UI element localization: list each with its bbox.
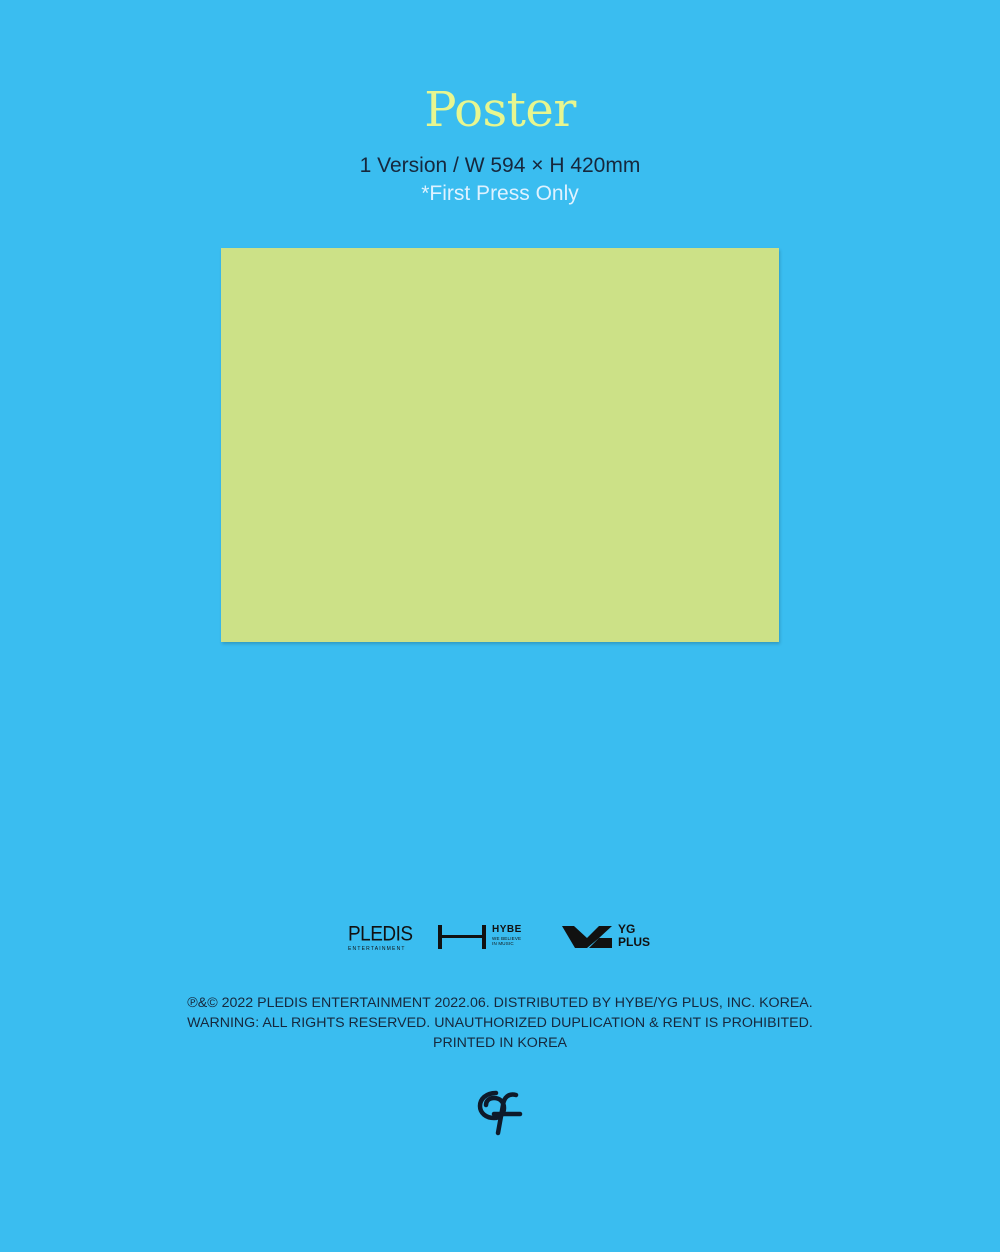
legal-notice: ℗&© 2022 PLEDIS ENTERTAINMENT 2022.06. D… <box>0 993 1000 1053</box>
poster-spec: 1 Version / W 594 × H 420mm <box>359 154 641 177</box>
hybe-logo-name: HYBE <box>492 924 522 935</box>
hybe-mark-middle <box>442 935 482 938</box>
pledis-logo-subtitle: ENTERTAINMENT <box>348 946 406 952</box>
poster-preview <box>221 248 779 642</box>
legal-line-copyright: ℗&© 2022 PLEDIS ENTERTAINMENT 2022.06. D… <box>187 995 813 1011</box>
pledis-logo-name: PLEDIS <box>348 922 413 946</box>
hybe-mark-right <box>482 925 486 949</box>
legal-line-printed: PRINTED IN KOREA <box>432 1035 567 1051</box>
fromis-monogram-icon <box>477 1090 523 1136</box>
yg-mark-icon <box>562 926 612 948</box>
first-press-note: *First Press Only <box>421 182 579 205</box>
yg-logo-line1: YG <box>618 922 636 936</box>
hybe-logo: HYBE WE BELIEVE IN MUSIC <box>438 924 534 952</box>
yg-logo-line2: PLUS <box>618 935 651 949</box>
label-logos: PLEDIS ENTERTAINMENT HYBE WE BELIEVE IN … <box>0 920 1000 960</box>
legal-line-warning: WARNING: ALL RIGHTS RESERVED. UNAUTHORIZ… <box>187 1015 813 1031</box>
pledis-logo: PLEDIS ENTERTAINMENT <box>348 922 413 954</box>
hybe-logo-tagline: WE BELIEVE IN MUSIC <box>492 936 522 946</box>
page-title: Poster <box>424 82 576 138</box>
yg-plus-logo-name: YG PLUS <box>618 923 658 949</box>
yg-plus-logo: YG PLUS <box>562 923 656 953</box>
